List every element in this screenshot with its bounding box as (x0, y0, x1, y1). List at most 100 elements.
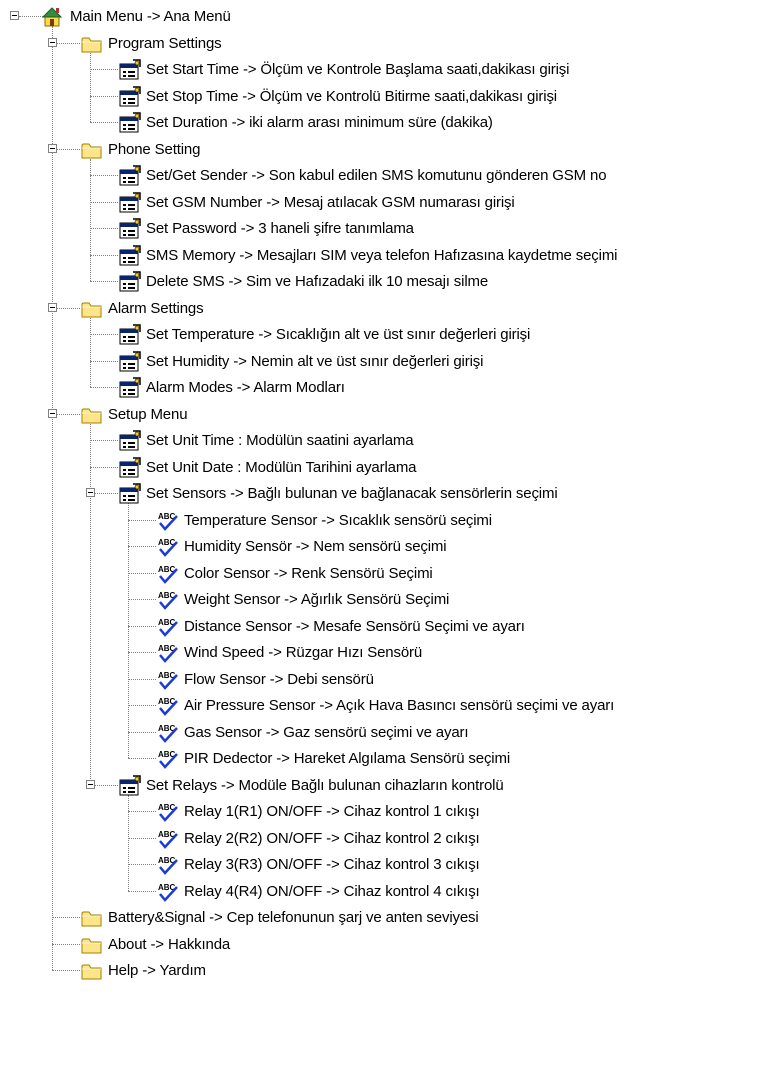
set-unit-time[interactable]: Set Unit Time : Modülün saatini ayarlama (0, 428, 784, 454)
node-label: Main Menu -> Ana Menü (70, 8, 231, 25)
phone-setting-item[interactable]: Delete SMS -> Sim ve Hafızadaki ilk 10 m… (0, 269, 784, 295)
collapse-toggle-icon[interactable] (86, 488, 95, 497)
spellcheck-icon: ABC (156, 510, 180, 532)
sensor-item[interactable]: ABC Air Pressure Sensor -> Açık Hava Bası… (0, 693, 784, 719)
node-label: About -> Hakkında (108, 935, 231, 953)
spellcheck-icon: ABC (156, 695, 180, 717)
folder-icon (80, 139, 104, 161)
relay-item[interactable]: ABC Relay 4(R4) ON/OFF -> Cihaz kontrol 4… (0, 879, 784, 905)
relay-item[interactable]: ABC Relay 1(R1) ON/OFF -> Cihaz kontrol 1… (0, 799, 784, 825)
spellcheck-icon: ABC (156, 616, 180, 638)
program-settings[interactable]: Program Settings (0, 31, 784, 57)
spellcheck-icon: ABC (156, 536, 180, 558)
properties-icon (118, 165, 142, 187)
node-label: Weight Sensor -> Ağırlık Sensörü Seçimi (184, 591, 450, 608)
collapse-toggle-icon[interactable] (48, 37, 57, 47)
main-menu[interactable]: Main Menu -> Ana Menü (0, 4, 784, 30)
spellcheck-icon: ABC (156, 854, 180, 876)
properties-icon (118, 271, 142, 293)
node-label: PIR Dedector -> Hareket Algılama Sensörü… (184, 750, 511, 767)
alarm-settings[interactable]: Alarm Settings (0, 296, 784, 322)
folder-icon (80, 33, 104, 55)
node-label: Relay 1(R1) ON/OFF -> Cihaz kontrol 1 cı… (184, 803, 480, 820)
node-label: Set Duration -> iki alarm arası minimum … (146, 114, 493, 131)
sensor-item[interactable]: ABC Distance Sensor -> Mesafe Sensörü Seç… (0, 614, 784, 640)
node-label: Setup Menu (108, 405, 188, 423)
spellcheck-icon: ABC (156, 748, 180, 770)
collapse-toggle-icon[interactable] (48, 408, 57, 418)
phone-setting-item[interactable]: SMS Memory -> Mesajları SIM veya telefon… (0, 243, 784, 269)
relay-item[interactable]: ABC Relay 3(R3) ON/OFF -> Cihaz kontrol 3… (0, 852, 784, 878)
node-label: Relay 2(R2) ON/OFF -> Cihaz kontrol 2 cı… (184, 829, 480, 847)
alarm-settings-item[interactable]: Set Humidity -> Nemin alt ve üst sınır d… (0, 349, 784, 375)
alarm-settings-item[interactable]: Set Temperature -> Sıcaklığın alt ve üst… (0, 322, 784, 348)
properties-icon (118, 483, 142, 505)
help[interactable]: Help -> Yardım (0, 958, 784, 984)
about[interactable]: About -> Hakkında (0, 932, 784, 958)
node-label: Gas Sensor -> Gaz sensörü seçimi ve ayar… (184, 723, 469, 741)
properties-icon (118, 377, 142, 399)
node-label: Set Password -> 3 haneli şifre tanımlama (146, 220, 414, 237)
sensor-item[interactable]: ABC Color Sensor -> Renk Sensörü Seçimi (0, 561, 784, 587)
sensor-item[interactable]: ABC Gas Sensor -> Gaz sensörü seçimi ve a… (0, 720, 784, 746)
program-settings-item[interactable]: Set Start Time -> Ölçüm ve Kontrole Başl… (0, 57, 784, 83)
node-label: Set Humidity -> Nemin alt ve üst sınır d… (146, 352, 484, 370)
phone-setting-item[interactable]: Set GSM Number -> Mesaj atılacak GSM num… (0, 190, 784, 216)
properties-icon (118, 430, 142, 452)
node-label: Relay 3(R3) ON/OFF -> Cihaz kontrol 3 cı… (184, 856, 480, 873)
properties-icon (118, 456, 142, 479)
spellcheck-icon: ABC (156, 563, 180, 585)
program-settings-item[interactable]: Set Duration -> iki alarm arası minimum … (0, 110, 784, 136)
phone-setting[interactable]: Phone Setting (0, 137, 784, 163)
phone-setting-item[interactable]: Set/Get Sender -> Son kabul edilen SMS k… (0, 163, 784, 189)
collapse-toggle-icon[interactable] (48, 143, 57, 153)
battery-signal[interactable]: Battery&Signal -> Cep telefonunun şarj v… (0, 905, 784, 931)
sensor-item[interactable]: ABC Weight Sensor -> Ağırlık Sensörü Seçi… (0, 587, 784, 613)
spellcheck-icon: ABC (156, 642, 180, 664)
alarm-settings-item[interactable]: Alarm Modes -> Alarm Modları (0, 375, 784, 401)
node-label: Set Stop Time -> Ölçüm ve Kontrolü Bitir… (146, 87, 557, 105)
node-label: Alarm Modes -> Alarm Modları (146, 379, 345, 396)
node-label: Set Sensors -> Bağlı bulunan ve bağlanac… (146, 485, 558, 502)
node-label: Set Start Time -> Ölçüm ve Kontrole Başl… (146, 61, 570, 78)
sensor-item[interactable]: ABC PIR Dedector -> Hareket Algılama Sens… (0, 746, 784, 772)
properties-icon (118, 218, 142, 240)
program-settings-item[interactable]: Set Stop Time -> Ölçüm ve Kontrolü Bitir… (0, 84, 784, 110)
properties-icon (118, 112, 142, 134)
properties-icon (118, 774, 142, 797)
folder-icon (80, 934, 104, 956)
sensor-item[interactable]: ABC Flow Sensor -> Debi sensörü (0, 667, 784, 693)
collapse-toggle-icon[interactable] (86, 779, 95, 789)
spellcheck-icon: ABC (156, 801, 180, 823)
relay-item[interactable]: ABC Relay 2(R2) ON/OFF -> Cihaz kontrol 2… (0, 826, 784, 852)
set-sensors[interactable]: Set Sensors -> Bağlı bulunan ve bağlanac… (0, 481, 784, 507)
node-label: Set Unit Time : Modülün saatini ayarlama (146, 432, 414, 449)
node-label: Phone Setting (108, 140, 201, 158)
spellcheck-icon: ABC (156, 722, 180, 744)
node-label: Relay 4(R4) ON/OFF -> Cihaz kontrol 4 cı… (184, 882, 480, 900)
node-label: Temperature Sensor -> Sıcaklık sensörü s… (184, 511, 492, 529)
collapse-toggle-icon[interactable] (48, 302, 57, 312)
set-relays[interactable]: Set Relays -> Modüle Bağlı bulunan cihaz… (0, 773, 784, 799)
properties-icon (118, 244, 142, 267)
folder-icon (80, 907, 104, 929)
collapse-toggle-icon[interactable] (10, 11, 19, 20)
sensor-item[interactable]: ABC Wind Speed -> Rüzgar Hızı Sensörü (0, 640, 784, 666)
node-label: Set Temperature -> Sıcaklığın alt ve üst… (146, 326, 531, 343)
node-label: Set Unit Date : Modülün Tarihini ayarlam… (146, 458, 417, 476)
tree-view: Main Menu -> Ana Menü Program Settings Set… (0, 0, 784, 1077)
node-label: Flow Sensor -> Debi sensörü (184, 670, 374, 688)
set-unit-date[interactable]: Set Unit Date : Modülün Tarihini ayarlam… (0, 455, 784, 481)
properties-icon (118, 350, 142, 373)
node-label: Help -> Yardım (108, 962, 206, 979)
sensor-item[interactable]: ABC Humidity Sensör -> Nem sensörü seçimi (0, 534, 784, 560)
setup-menu[interactable]: Setup Menu (0, 402, 784, 428)
node-label: Distance Sensor -> Mesafe Sensörü Seçimi… (184, 617, 525, 635)
phone-setting-item[interactable]: Set Password -> 3 haneli şifre tanımlama (0, 216, 784, 242)
node-label: Air Pressure Sensor -> Açık Hava Basıncı… (184, 697, 615, 714)
node-label: Program Settings (108, 34, 222, 52)
node-label: Set/Get Sender -> Son kabul edilen SMS k… (146, 167, 607, 184)
sensor-item[interactable]: ABC Temperature Sensor -> Sıcaklık sensör… (0, 508, 784, 534)
spellcheck-icon: ABC (156, 589, 180, 611)
node-label: Delete SMS -> Sim ve Hafızadaki ilk 10 m… (146, 273, 489, 290)
